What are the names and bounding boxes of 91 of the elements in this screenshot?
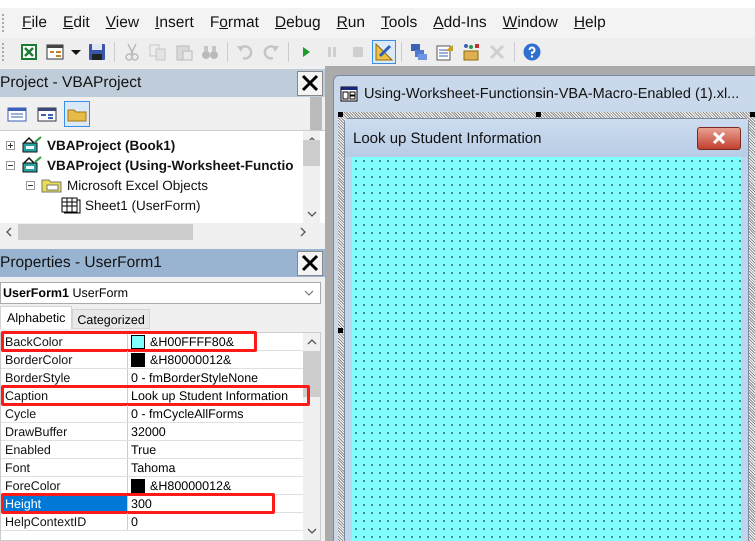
property-value[interactable]: Look up Student Information — [131, 388, 288, 402]
close-button[interactable] — [297, 70, 323, 96]
chevron-down-icon[interactable] — [306, 528, 316, 534]
close-button[interactable] — [697, 126, 741, 150]
form-caption: Look up Student Information — [353, 130, 542, 146]
ruler-pencil-icon — [375, 43, 393, 61]
sheet-icon — [61, 196, 81, 214]
object-browser-icon — [462, 43, 480, 61]
menu-item[interactable]: Insert — [148, 12, 201, 34]
scrollbar-thumb[interactable] — [18, 224, 193, 240]
form-icon — [46, 43, 64, 61]
project-icon — [21, 156, 43, 174]
menu-item[interactable]: Add-Ins — [426, 12, 494, 34]
property-value[interactable]: 32000 — [131, 424, 166, 438]
project-icon — [21, 136, 43, 154]
panel-title: Project - VBAProject — [0, 74, 142, 92]
tree-item[interactable]: Microsoft Excel Objects — [67, 178, 208, 192]
property-value[interactable]: 0 - fmBorderStyleNone — [131, 370, 258, 384]
tab[interactable]: Alphabetic — [0, 306, 72, 329]
tree-item[interactable]: VBAProject (Book1) — [47, 138, 176, 152]
resize-handle[interactable] — [750, 112, 755, 117]
scrollbar[interactable] — [303, 131, 320, 223]
chevron-up-icon[interactable] — [306, 339, 316, 345]
property-value[interactable]: &H80000012& — [150, 478, 232, 492]
menu-item[interactable]: Help — [566, 12, 613, 34]
property-name[interactable]: Font — [1, 459, 128, 476]
menu-item[interactable]: Window — [496, 12, 565, 34]
scrollbar[interactable] — [303, 333, 320, 540]
panel-title: Properties - UserForm1 — [0, 254, 162, 272]
window-title: Using-Worksheet-Functionsin-VBA-Macro-Enabled (1).xl... — [364, 86, 740, 102]
resize-handle[interactable] — [536, 112, 541, 117]
close-button[interactable] — [297, 250, 323, 276]
resize-handle[interactable] — [338, 328, 343, 333]
property-name[interactable]: BorderStyle — [1, 369, 128, 386]
form-icon — [340, 86, 358, 102]
menu-item[interactable]: View — [98, 12, 146, 34]
properties-icon — [436, 43, 454, 61]
property-name[interactable]: Enabled — [1, 441, 128, 458]
close-icon — [301, 74, 319, 92]
property-name[interactable]: ForeColor — [1, 477, 128, 494]
close-icon — [711, 132, 727, 144]
expand-button[interactable] — [6, 140, 17, 150]
scrollbar[interactable] — [310, 97, 322, 130]
chevron-right-icon[interactable] — [300, 227, 306, 237]
menu-item[interactable]: Tools — [374, 12, 424, 34]
copy-icon — [149, 43, 167, 61]
property-value[interactable]: Tahoma — [131, 460, 176, 474]
close-icon — [301, 254, 319, 272]
menu-item[interactable]: Run — [330, 12, 372, 34]
menu-item[interactable]: Format — [202, 12, 266, 34]
spreadsheet-icon — [20, 43, 38, 61]
tree-item[interactable]: Sheet1 (UserForm) — [85, 198, 201, 212]
property-value[interactable]: True — [131, 442, 156, 456]
view-object-icon — [37, 106, 57, 122]
menu-item[interactable]: Edit — [56, 12, 97, 34]
paste-icon — [175, 43, 193, 61]
property-value[interactable]: 300 — [131, 496, 152, 510]
save-icon — [88, 43, 106, 61]
undo-icon — [236, 43, 254, 61]
project-explorer-icon — [410, 43, 428, 61]
property-name[interactable]: BorderColor — [1, 351, 128, 368]
property-name[interactable]: HelpContextID — [1, 513, 128, 530]
resize-handle[interactable] — [338, 112, 343, 117]
binoculars-icon — [201, 43, 219, 61]
collapse-button[interactable] — [26, 180, 37, 190]
property-name[interactable]: BackColor — [1, 333, 128, 350]
scrollbar-thumb[interactable] — [303, 351, 320, 397]
scrollbar-thumb[interactable] — [303, 140, 320, 166]
object-dropdown[interactable]: UserForm1 UserForm — [0, 282, 321, 304]
property-value[interactable]: &H00FFFF80& — [150, 334, 234, 348]
property-name[interactable]: Cycle — [1, 405, 128, 422]
menu-item[interactable]: Debug — [268, 12, 328, 34]
chevron-left-icon[interactable] — [6, 227, 12, 237]
property-value[interactable]: 0 - fmCycleAllForms — [131, 406, 244, 420]
menu-item[interactable]: File — [15, 12, 54, 34]
property-name[interactable]: Caption — [1, 387, 128, 404]
chevron-down-icon — [304, 290, 314, 296]
ruler-pencil-button[interactable] — [372, 40, 396, 64]
tab[interactable]: Categorized — [72, 309, 150, 329]
caret-icon — [71, 50, 81, 54]
collapse-button[interactable] — [6, 160, 17, 170]
help-icon — [523, 43, 541, 61]
redo-icon — [262, 43, 280, 61]
toolbox-icon — [488, 43, 506, 61]
chevron-down-icon[interactable] — [306, 211, 316, 217]
property-value[interactable]: &H80000012& — [150, 352, 232, 366]
tree-item[interactable]: VBAProject (Using-Worksheet-Functio — [47, 158, 294, 172]
property-name[interactable]: DrawBuffer — [1, 423, 128, 440]
view-code-icon — [7, 106, 27, 122]
property-value[interactable]: 0 — [131, 514, 138, 528]
cut-icon — [123, 43, 141, 61]
